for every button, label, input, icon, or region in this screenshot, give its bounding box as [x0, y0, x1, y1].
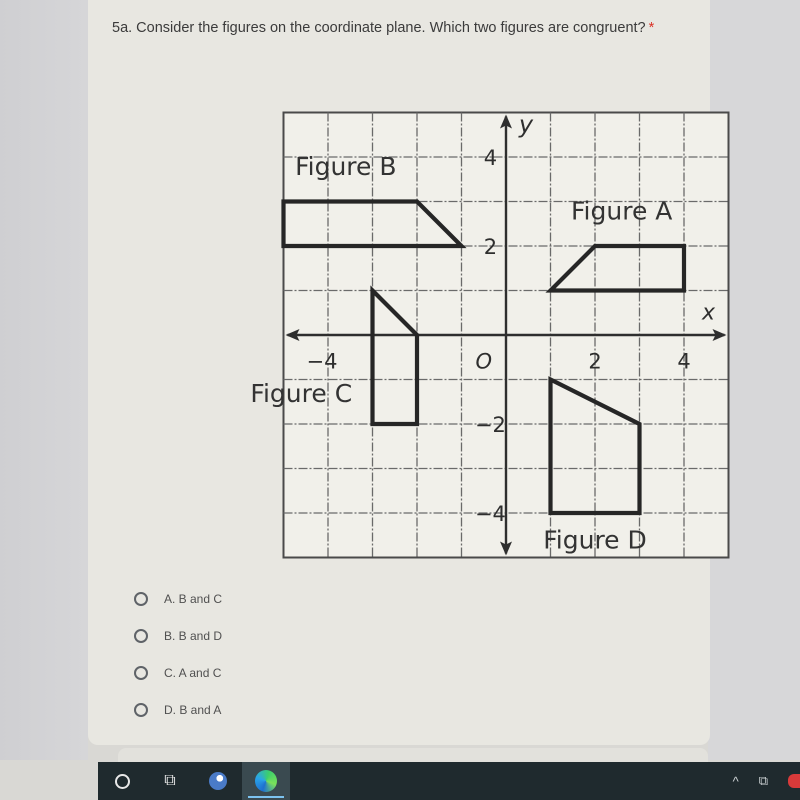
radio-button-icon[interactable] — [134, 665, 148, 680]
question-card: 5a. Consider the figures on the coordina… — [88, 0, 730, 745]
y-tick-label: 2 — [484, 235, 497, 259]
figure-a-label: Figure A — [571, 196, 672, 225]
y-tick-label: −4 — [475, 502, 506, 526]
taskbar-edge-button[interactable] — [242, 762, 290, 800]
option-a[interactable]: A. B and C — [134, 580, 222, 617]
coordinate-plane-svg: x y O −4 2 4 4 2 −2 −4 Figure A Figure B Figure C Fig… — [250, 111, 730, 559]
origin-label: O — [475, 349, 492, 373]
taskbar-apps: ⧉ — [98, 762, 290, 800]
x-tick-label: 2 — [588, 349, 601, 373]
figure-b-label: Figure B — [295, 152, 396, 181]
tray-notification-icon[interactable] — [788, 774, 800, 788]
tray-chevron-up-icon[interactable]: ^ — [733, 774, 739, 789]
task-view-icon: ⧉ — [164, 772, 176, 789]
question-title: 5a. Consider the figures on the coordina… — [112, 20, 646, 36]
option-label: A. B and C — [164, 591, 223, 606]
figure-c-label: Figure C — [250, 379, 352, 408]
option-d[interactable]: D. B and A — [134, 691, 222, 728]
tray-device-icon[interactable]: ⧉ — [759, 773, 768, 789]
radio-button-icon[interactable] — [134, 628, 148, 643]
desktop-background-left — [0, 0, 88, 760]
option-b[interactable]: B. B and D — [134, 617, 222, 654]
x-axis-label: x — [701, 300, 716, 325]
windows-taskbar: ⧉ ^ ⧉ — [98, 762, 800, 800]
coordinate-plane-figure: x y O −4 2 4 4 2 −2 −4 Figure A Figure B Figure C Fig… — [188, 98, 748, 568]
steam-icon — [209, 772, 227, 790]
system-tray: ^ ⧉ — [733, 762, 800, 800]
taskbar-steam-button[interactable] — [194, 762, 242, 800]
edge-icon — [255, 770, 277, 792]
taskbar-search-button[interactable] — [98, 762, 146, 800]
question-text: 5a. Consider the figures on the coordina… — [112, 17, 672, 40]
taskbar-task-view-button[interactable]: ⧉ — [146, 762, 194, 800]
search-circle-icon — [114, 773, 130, 789]
y-tick-label: −2 — [475, 413, 506, 437]
y-tick-label: 4 — [484, 146, 497, 170]
figure-d-label: Figure D — [543, 526, 647, 555]
option-label: C. A and C — [164, 665, 222, 680]
x-tick-label: 4 — [677, 349, 690, 373]
option-c[interactable]: C. A and C — [134, 654, 222, 691]
option-label: B. B and D — [164, 628, 223, 643]
radio-button-icon[interactable] — [134, 591, 148, 606]
radio-button-icon[interactable] — [134, 702, 148, 717]
x-tick-label: −4 — [307, 349, 338, 373]
required-marker: * — [648, 20, 655, 36]
y-axis-label: y — [518, 111, 534, 139]
option-label: D. B and A — [164, 702, 222, 717]
answer-options: A. B and C B. B and D C. A and C D. B an… — [134, 580, 222, 728]
